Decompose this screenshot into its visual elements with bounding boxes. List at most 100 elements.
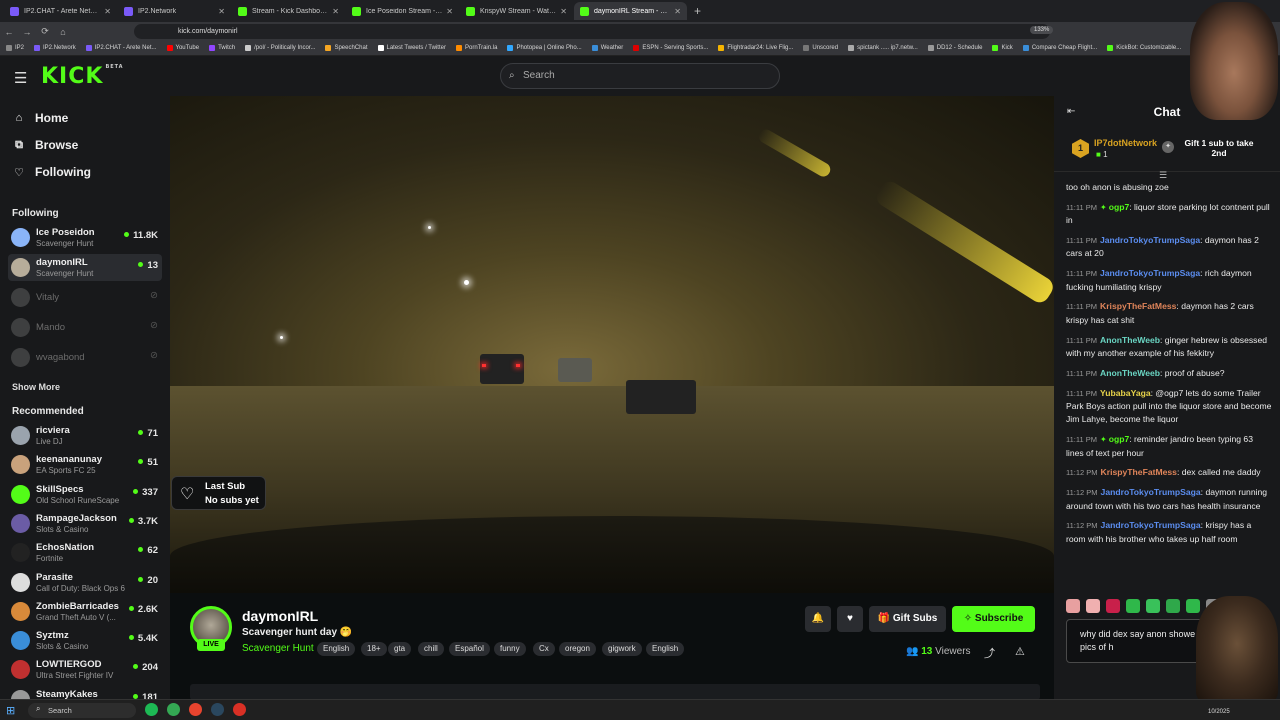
bookmark-item[interactable]: DD12 - Schedule: [927, 45, 982, 51]
browser-tab[interactable]: IP2.CHAT - Arete Network ✕: [4, 2, 117, 20]
browser-tab[interactable]: Ice Poseidon Stream - Watch Live ✕: [346, 2, 459, 20]
steam-icon[interactable]: [211, 703, 224, 716]
close-icon[interactable]: ✕: [332, 7, 339, 16]
app-icon[interactable]: [233, 703, 246, 716]
sidebar-nav-browse[interactable]: ⧉ Browse: [12, 136, 78, 154]
firefox-icon[interactable]: [189, 703, 202, 716]
chrome-icon[interactable]: [167, 703, 180, 716]
tag-pill[interactable]: Cx: [533, 642, 555, 656]
bookmark-item[interactable]: SpeechChat: [325, 45, 368, 51]
reload-icon[interactable]: ⟳: [36, 26, 54, 37]
emote-icon[interactable]: [1186, 599, 1200, 613]
channel-item[interactable]: Mando ⊘: [8, 314, 162, 341]
subscribe-button[interactable]: ✧ Subscribe: [952, 606, 1035, 632]
bookmark-item[interactable]: KickBot: Customizable...: [1107, 45, 1181, 51]
filter-icon[interactable]: ☰: [1159, 170, 1167, 181]
chat-username[interactable]: JandroTokyoTrumpSaga: [1101, 487, 1201, 497]
back-icon[interactable]: ←: [0, 27, 18, 37]
follow-button[interactable]: ♥: [837, 606, 863, 632]
emote-icon[interactable]: [1106, 599, 1120, 613]
stream-category[interactable]: Scavenger Hunt: [242, 643, 314, 654]
chat-username[interactable]: ogp7: [1109, 434, 1130, 444]
chat-username[interactable]: JandroTokyoTrumpSaga: [1101, 520, 1201, 530]
tag-pill[interactable]: gta: [388, 642, 412, 656]
channel-item[interactable]: Parasite Call of Duty: Black Ops 6 20: [8, 569, 162, 596]
emote-icon[interactable]: [1146, 599, 1160, 613]
menu-icon[interactable]: ☰: [14, 69, 27, 87]
show-more-button[interactable]: Show More: [12, 382, 60, 392]
emote-icon[interactable]: [1066, 599, 1080, 613]
gift-subs-button[interactable]: 🎁 Gift Subs: [869, 606, 946, 632]
notification-bell-button[interactable]: 🔔: [805, 606, 831, 632]
spotify-icon[interactable]: [145, 703, 158, 716]
chat-username[interactable]: AnonTheWeeb: [1100, 335, 1160, 345]
home-browser-icon[interactable]: ⌂: [54, 27, 72, 37]
tag-pill[interactable]: funny: [494, 642, 526, 656]
bookmark-item[interactable]: Weather: [591, 45, 623, 51]
channel-item[interactable]: LOWTIERGOD Ultra Street Fighter IV 204: [8, 656, 162, 683]
streamer-name[interactable]: daymonIRL: [242, 608, 318, 624]
tag-pill[interactable]: English: [317, 642, 356, 656]
bookmark-item[interactable]: Twitch: [209, 45, 235, 51]
bookmark-item[interactable]: spictank ..... ip7.netw...: [848, 45, 918, 51]
channel-item[interactable]: keenananunay EA Sports FC 25 51: [8, 451, 162, 478]
chat-username[interactable]: YubabaYaga: [1100, 388, 1151, 398]
bookmark-item[interactable]: Latest Tweets / Twitter: [377, 45, 446, 51]
close-icon[interactable]: ✕: [446, 7, 453, 16]
url-field[interactable]: kick.com/daymonirl: [134, 24, 1050, 39]
chat-username[interactable]: KrispyTheFatMess: [1100, 301, 1176, 311]
sidebar-nav-following[interactable]: ♡ Following: [12, 163, 91, 181]
bookmark-item[interactable]: IP2: [6, 45, 24, 51]
bookmark-item[interactable]: IP2.Network: [34, 45, 76, 51]
bookmark-item[interactable]: Flightradar24: Live Flig...: [718, 45, 793, 51]
channel-item[interactable]: ZombieBarricades Grand Theft Auto V (... 2…: [8, 598, 162, 625]
emote-icon[interactable]: [1126, 599, 1140, 613]
share-icon[interactable]: ⤴: [984, 645, 995, 661]
chat-username[interactable]: KrispyTheFatMess: [1101, 467, 1177, 477]
start-icon[interactable]: ⊞: [6, 704, 15, 717]
taskbar-search[interactable]: Search: [28, 703, 136, 718]
channel-item[interactable]: RampageJackson Slots & Casino 3.7K: [8, 510, 162, 537]
bookmark-item[interactable]: IP2.CHAT - Arete Net...: [85, 45, 157, 51]
tag-pill[interactable]: gigwork: [602, 642, 642, 656]
report-icon[interactable]: ⚠: [1015, 645, 1025, 658]
emote-icon[interactable]: [1166, 599, 1180, 613]
channel-item[interactable]: wvagabond ⊘: [8, 344, 162, 371]
browser-tab[interactable]: KrispyW Stream - Watch Live✕: [460, 2, 573, 20]
channel-item[interactable]: Ice Poseidon Scavenger Hunt 11.8K: [8, 224, 162, 251]
channel-item[interactable]: Syztmz Slots & Casino 5.4K: [8, 627, 162, 654]
tag-pill[interactable]: Español: [449, 642, 490, 656]
bookmark-item[interactable]: Kick: [992, 45, 1013, 51]
kick-logo[interactable]: KICK BETA: [41, 64, 124, 89]
browser-tab[interactable]: Stream - Kick Dashboard ✕: [232, 2, 345, 20]
close-icon[interactable]: ✕: [560, 7, 567, 16]
bookmark-item[interactable]: Unscored: [803, 45, 838, 51]
browser-tab[interactable]: IP2.Network ✕: [118, 2, 231, 20]
zoom-indicator[interactable]: 133%: [1030, 26, 1054, 34]
chat-username[interactable]: JandroTokyoTrumpSaga: [1100, 268, 1200, 278]
bookmark-item[interactable]: PornTrain.la: [455, 45, 497, 51]
tag-pill[interactable]: English: [646, 642, 685, 656]
browser-tab[interactable]: daymonIRL Stream - Watch Live✕: [574, 2, 687, 20]
chat-username[interactable]: AnonTheWeeb: [1100, 368, 1160, 378]
bookmark-item[interactable]: YouTube: [166, 45, 199, 51]
channel-item[interactable]: EchosNation Fortnite 62: [8, 539, 162, 566]
new-tab-icon[interactable]: +: [694, 4, 701, 18]
bookmark-item[interactable]: ESPN - Serving Sports...: [633, 45, 708, 51]
bookmark-item[interactable]: /pol/ - Politically Incor...: [245, 45, 315, 51]
gift-prompt-button[interactable]: Gift 1 sub to take 2nd: [1182, 138, 1256, 158]
chat-input[interactable]: why did dex say anon showe pics of h: [1066, 619, 1206, 663]
close-icon[interactable]: ✕: [674, 7, 681, 16]
bookmark-item[interactable]: Photopea | Online Pho...: [507, 45, 582, 51]
search-input[interactable]: ⌕ Search: [500, 63, 780, 89]
channel-item[interactable]: ricviera Live DJ 71: [8, 422, 162, 449]
forward-icon[interactable]: →: [18, 27, 36, 37]
tag-pill[interactable]: oregon: [559, 642, 596, 656]
chat-username[interactable]: JandroTokyoTrumpSaga: [1100, 235, 1200, 245]
close-icon[interactable]: ✕: [104, 7, 111, 16]
tag-pill[interactable]: 18+: [361, 642, 387, 656]
channel-item[interactable]: SteamyKakes 181: [8, 686, 162, 699]
emote-icon[interactable]: [1086, 599, 1100, 613]
video-player[interactable]: [170, 96, 1054, 593]
channel-item[interactable]: SkillSpecs Old School RuneScape 337: [8, 481, 162, 508]
